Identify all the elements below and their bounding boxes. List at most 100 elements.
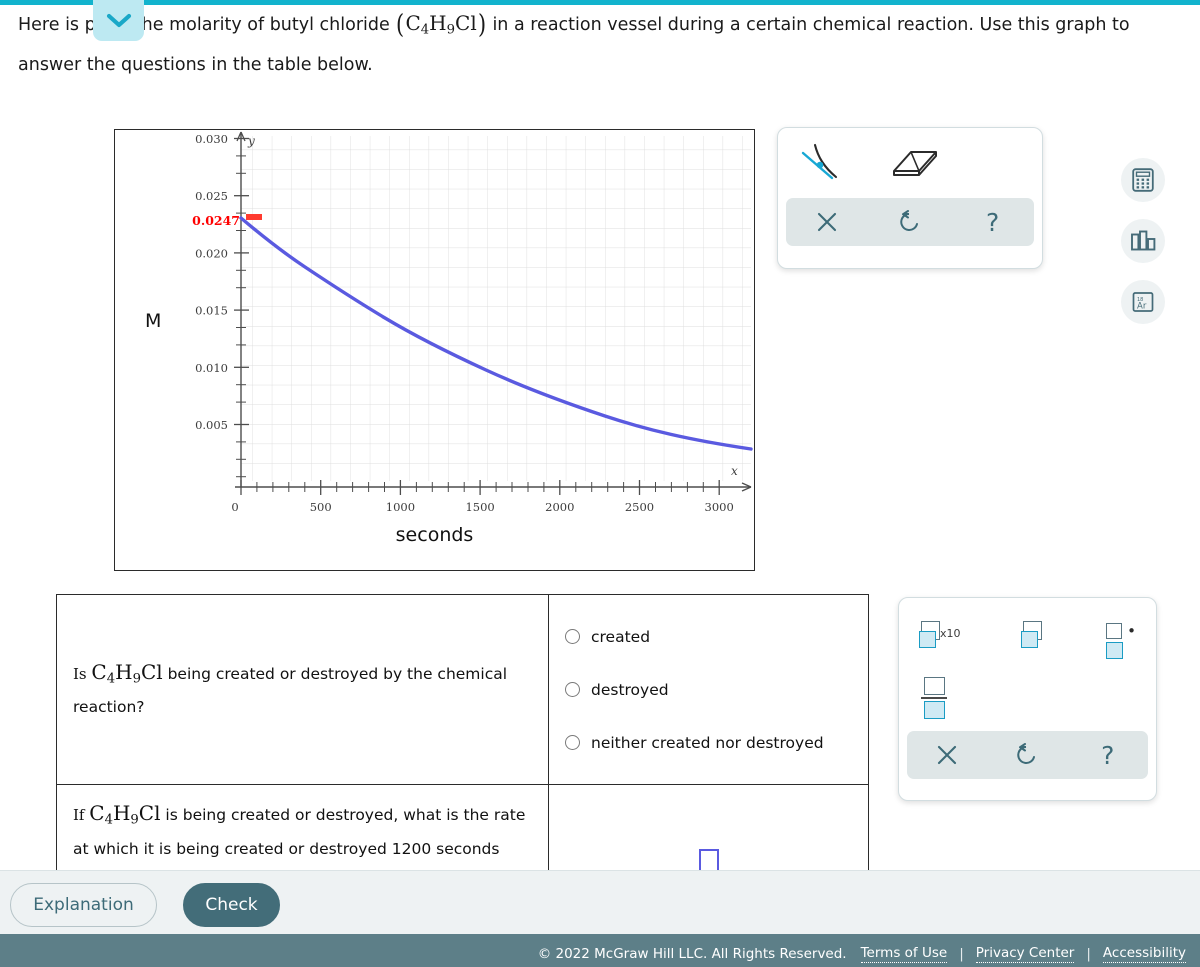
chevron-down-glyph xyxy=(106,13,131,27)
y-axis-letter: y xyxy=(247,134,255,148)
y-axis-title: M xyxy=(145,310,162,332)
exponent-key[interactable] xyxy=(1021,620,1058,659)
formula-close-paren: ) xyxy=(477,10,486,41)
y-tick-label: 0.015 xyxy=(195,304,228,318)
copyright-text: © 2022 McGraw Hill LLC. All Rights Reser… xyxy=(537,945,847,962)
x-axis-title: seconds xyxy=(395,524,474,546)
undo-icon xyxy=(1017,743,1036,764)
annotation-marker xyxy=(246,214,262,220)
fraction-key[interactable] xyxy=(921,677,947,719)
tangent-line-icon xyxy=(801,143,838,180)
exponent-placeholder-box xyxy=(1021,631,1039,648)
help-glyph: ? xyxy=(986,207,1000,237)
undo-icon xyxy=(900,210,918,231)
questions-table: Is C4H9Cl being created or destroyed by … xyxy=(56,594,869,906)
y-tick-label: 0.020 xyxy=(195,246,228,260)
multiply-key[interactable]: • xyxy=(1106,620,1156,659)
radio-label: created xyxy=(591,627,651,646)
eraser-tool[interactable] xyxy=(886,138,946,188)
terms-of-use-link[interactable]: Terms of Use xyxy=(860,945,948,963)
denominator-placeholder-box xyxy=(923,701,945,719)
x-tick-label: 2500 xyxy=(625,500,654,514)
question-prompt: Here is ph of the molarity of butyl chlo… xyxy=(18,6,1183,82)
fraction-bar xyxy=(921,697,947,699)
calculator-icon xyxy=(1132,168,1154,192)
clear-button[interactable] xyxy=(924,735,970,775)
periodic-table-icon: 18 Ar xyxy=(1132,292,1154,312)
scientific-notation-key[interactable]: x10 xyxy=(919,620,975,659)
x-tick-label: 1000 xyxy=(386,500,415,514)
undo-button[interactable] xyxy=(1004,735,1050,775)
footer-separator: | xyxy=(1086,945,1091,962)
question-prefix: Is xyxy=(73,664,92,683)
math-keyboard-palette[interactable]: x10 • ? xyxy=(898,597,1157,801)
eraser-icon xyxy=(893,151,937,176)
prompt-formula: C4H9Cl xyxy=(405,11,477,38)
radio-option-neither[interactable]: neither created nor destroyed xyxy=(565,729,852,757)
undo-button[interactable] xyxy=(887,202,933,242)
x10-label: x10 xyxy=(940,627,961,640)
annotation-label: 0.0247 xyxy=(192,213,240,228)
question-prefix: If xyxy=(73,806,90,824)
accessibility-link[interactable]: Accessibility xyxy=(1102,945,1186,963)
tangent-line-tool[interactable] xyxy=(796,138,856,188)
help-button[interactable]: ? xyxy=(970,202,1016,242)
radio-option-destroyed[interactable]: destroyed xyxy=(565,676,852,704)
radio-button[interactable] xyxy=(565,735,580,750)
top-accent-bar xyxy=(0,0,1200,5)
x-axis-ticks: 0 500 1000 1500 2000 2500 3000 xyxy=(231,480,734,514)
radio-label: neither created nor destroyed xyxy=(591,733,824,752)
math-key-row-2 xyxy=(899,659,1156,719)
graph-palette-actions: ? xyxy=(786,198,1034,246)
explanation-button[interactable]: Explanation xyxy=(10,883,157,927)
clear-button[interactable] xyxy=(804,202,850,242)
y-tick-label: 0.025 xyxy=(195,189,228,203)
x-tick-label: 1500 xyxy=(465,500,494,514)
privacy-center-link[interactable]: Privacy Center xyxy=(975,945,1075,963)
graph-tool-palette[interactable]: ? xyxy=(777,127,1043,269)
chart-gridlines xyxy=(241,136,751,481)
question-formula: C4H9Cl xyxy=(89,801,161,828)
numerator-placeholder-box xyxy=(923,677,945,695)
math-palette-actions: ? xyxy=(907,731,1148,779)
bar-chart-icon xyxy=(1131,230,1156,251)
x-tick-label: 2000 xyxy=(545,500,574,514)
close-icon xyxy=(938,745,957,765)
calculator-button[interactable] xyxy=(1121,158,1165,202)
data-button[interactable] xyxy=(1121,219,1165,263)
question-formula: C4H9Cl xyxy=(91,659,163,687)
y-tick-label: 0.010 xyxy=(195,361,228,375)
graph-svg[interactable]: y x 0.005 0.010 0.015 0.020 0.025 0.030 xyxy=(115,130,754,570)
formula-open-paren: ( xyxy=(396,10,405,41)
action-bar xyxy=(0,870,1200,940)
math-key-row-1: x10 • xyxy=(899,598,1156,659)
check-button[interactable]: Check xyxy=(183,883,280,927)
x-tick-label: 0 xyxy=(231,500,238,514)
x-tick-label: 500 xyxy=(310,500,332,514)
radio-button[interactable] xyxy=(565,629,580,644)
periodic-table-button[interactable]: 18 Ar xyxy=(1121,280,1165,324)
radio-button[interactable] xyxy=(565,682,580,697)
right-placeholder-box xyxy=(1106,641,1124,659)
y-tick-label: 0.005 xyxy=(195,418,228,432)
table-row: Is C4H9Cl being created or destroyed by … xyxy=(56,594,869,785)
multiply-dot-icon: • xyxy=(1127,621,1136,640)
radio-option-created[interactable]: created xyxy=(565,623,852,651)
x-axis-letter: x xyxy=(731,464,738,478)
help-glyph: ? xyxy=(1101,740,1115,770)
x-tick-label: 3000 xyxy=(705,500,734,514)
svg-text:Ar: Ar xyxy=(1137,302,1147,312)
chevron-down-icon[interactable] xyxy=(93,0,144,41)
answer-cell-1: created destroyed neither created nor de… xyxy=(548,594,869,785)
left-placeholder-box xyxy=(1106,622,1123,639)
close-icon xyxy=(818,212,837,232)
graph-panel[interactable]: y x 0.005 0.010 0.015 0.020 0.025 0.030 xyxy=(114,129,755,571)
prompt-part1: Here is xyxy=(18,15,85,35)
help-button[interactable]: ? xyxy=(1085,735,1131,775)
footer: © 2022 McGraw Hill LLC. All Rights Reser… xyxy=(0,940,1200,967)
radio-label: destroyed xyxy=(591,680,669,699)
footer-separator: | xyxy=(959,945,964,962)
exponent-placeholder-box xyxy=(919,631,936,648)
graph-tool-row xyxy=(778,128,1042,194)
question-cell-1: Is C4H9Cl being created or destroyed by … xyxy=(56,594,549,785)
